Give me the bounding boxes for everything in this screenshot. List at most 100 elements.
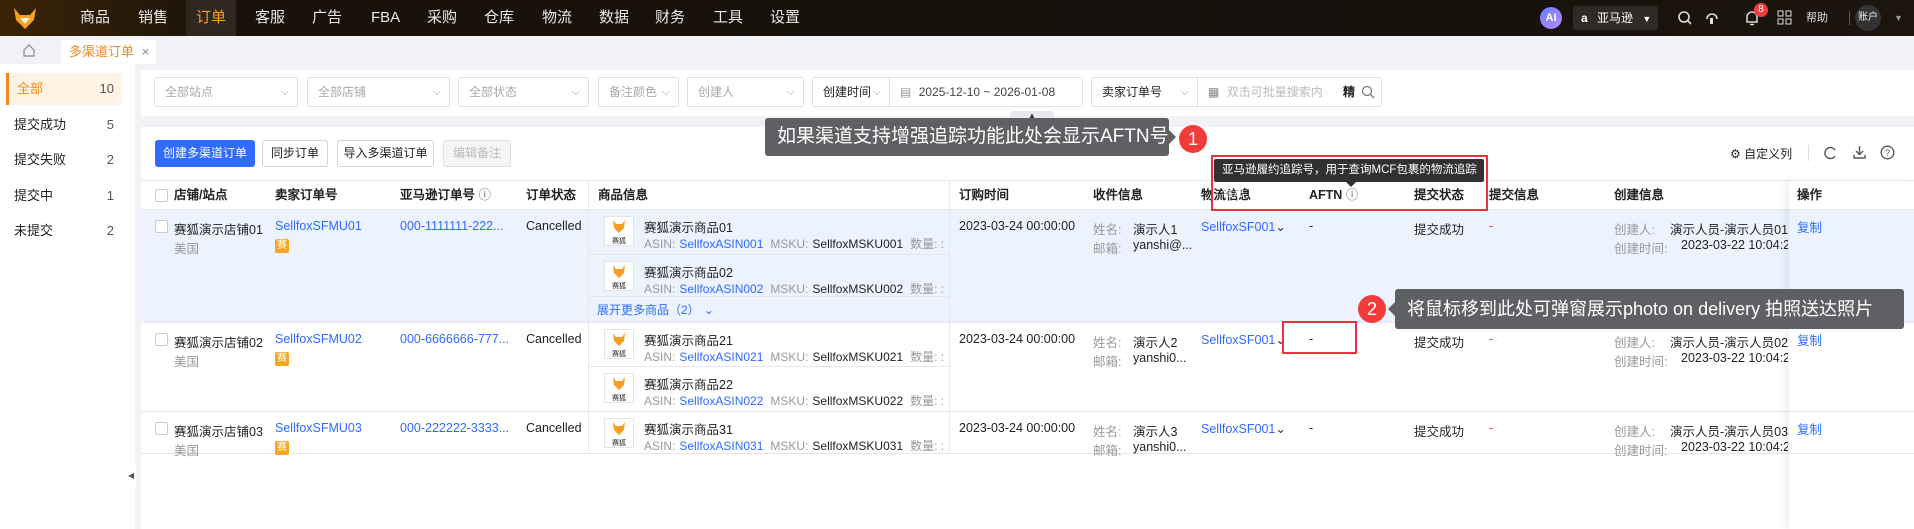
col-order-time: 订购时间 xyxy=(959,188,1010,202)
sidebar-item-label: 未提交 xyxy=(14,223,54,238)
chevron-down-icon: ⌵ xyxy=(786,86,795,98)
edit-note-button[interactable]: 编辑备注 xyxy=(443,140,511,167)
custom-columns-button[interactable]: ⚙ 自定义列 xyxy=(1730,145,1792,162)
amazon-order-link[interactable]: 000-1111111-222... xyxy=(400,219,522,233)
sidebar-item[interactable]: 提交中 1 xyxy=(6,180,122,212)
asin-label: ASIN: xyxy=(644,439,676,453)
note-color-select[interactable]: 备注颜色 ⌵ xyxy=(598,77,679,107)
exact-search-toggle[interactable]: 精 xyxy=(1343,78,1355,106)
nav-item[interactable]: 仓库 xyxy=(484,0,514,36)
row-checkbox[interactable] xyxy=(155,220,168,233)
import-orders-button[interactable]: 导入多渠道订单 xyxy=(337,140,434,167)
row-checkbox[interactable] xyxy=(155,333,168,346)
help-circle-icon[interactable]: ? xyxy=(1880,145,1895,160)
product-thumbnail: 赛狐 xyxy=(604,418,634,448)
nav-item[interactable]: 商品 xyxy=(80,0,110,36)
collapse-sidebar-handle[interactable]: ◀ xyxy=(128,462,136,490)
refresh-icon[interactable] xyxy=(1823,146,1837,160)
sellfox-logo-icon: 赛狐 xyxy=(612,220,626,245)
nav-item[interactable]: 广告 xyxy=(312,0,342,36)
search-placeholder: 双击可批量搜索内 xyxy=(1226,85,1323,99)
product-name: 赛狐演示商品01 xyxy=(644,221,733,235)
search-icon[interactable] xyxy=(1677,10,1693,26)
sidebar-item[interactable]: 提交成功 5 xyxy=(6,109,122,141)
sidebar-item[interactable]: 提交失败 2 xyxy=(6,144,122,176)
sellfox-logo-icon[interactable] xyxy=(12,6,38,30)
download-icon[interactable] xyxy=(1852,145,1867,160)
asin-link[interactable]: SellfoxASIN021 xyxy=(679,350,763,364)
expand-more-products[interactable]: 展开更多商品（2） ⌄ xyxy=(597,301,714,318)
nav-item[interactable]: 数据 xyxy=(599,0,629,36)
recipient-name: 演示人1 xyxy=(1133,223,1178,237)
caret-down-icon[interactable]: ▼ xyxy=(1894,0,1903,36)
asin-link[interactable]: SellfoxASIN001 xyxy=(679,237,763,251)
site-select[interactable]: 全部站点 ⌵ xyxy=(154,77,298,107)
logistics-link[interactable]: SellfoxSF001⌄ xyxy=(1201,219,1286,234)
annotation-badge-2: 2 xyxy=(1358,295,1386,323)
amazon-order-link[interactable]: 000-222222-3333... xyxy=(400,421,522,435)
product-ids: ASIN: SellfoxASIN002 MSKU: SellfoxMSKU002 数量… xyxy=(644,280,947,297)
nav-item[interactable]: FBA xyxy=(371,0,400,36)
site-name: 美国 xyxy=(174,242,200,256)
nav-item[interactable]: 客服 xyxy=(255,0,285,36)
search-input[interactable]: ▦ 双击可批量搜索内 精 xyxy=(1197,77,1382,107)
seller-order-link[interactable]: SellfoxSFMU02 xyxy=(275,332,362,346)
sidebar-item-label: 提交中 xyxy=(14,187,54,203)
svg-text:赛狐: 赛狐 xyxy=(612,349,626,358)
sync-orders-button[interactable]: 同步订单 xyxy=(262,140,328,167)
chevron-down-icon: ⌵ xyxy=(872,86,881,98)
asin-link[interactable]: SellfoxASIN002 xyxy=(679,282,763,296)
sidebar-item[interactable]: 未提交 2 xyxy=(6,215,122,247)
col-seller-order: 卖家订单号 xyxy=(275,188,338,202)
nav-item[interactable]: 采购 xyxy=(427,0,457,36)
search-type-select[interactable]: 卖家订单号 ⌵ xyxy=(1091,77,1198,107)
asin-link[interactable]: SellfoxASIN022 xyxy=(679,394,763,408)
sellfox-badge: 赛 xyxy=(275,239,289,253)
nav-item[interactable]: 销售 xyxy=(138,0,168,36)
row-checkbox[interactable] xyxy=(155,422,168,435)
status-select[interactable]: 全部状态 ⌵ xyxy=(458,77,589,107)
sidebar-item[interactable]: 全部 10 xyxy=(6,73,122,105)
select-all-checkbox[interactable] xyxy=(155,189,168,202)
aftn-value[interactable]: - xyxy=(1309,421,1313,435)
help-circle-icon[interactable]: ⓘ xyxy=(479,188,492,202)
quantity-label: 数量: : xyxy=(910,394,945,408)
logistics-value: SellfoxSF001 xyxy=(1201,220,1276,234)
order-status: Cancelled xyxy=(526,421,582,435)
ai-assistant-button[interactable]: AI xyxy=(1540,7,1562,29)
time-type-select[interactable]: 创建时间 ⌵ xyxy=(812,77,890,107)
site-select-value: 全部站点 xyxy=(165,85,214,99)
close-icon[interactable]: × xyxy=(142,44,150,59)
home-icon[interactable] xyxy=(22,43,36,57)
creator-select[interactable]: 创建人 ⌵ xyxy=(687,77,804,107)
apps-grid-icon[interactable] xyxy=(1777,10,1792,25)
help-link[interactable]: 帮助 xyxy=(1806,0,1828,36)
date-range-picker[interactable]: ▤ 2025-12-10 ~ 2026-01-08 xyxy=(889,77,1083,107)
settings-icon: ⚙ xyxy=(1730,147,1741,161)
create-order-button[interactable]: 创建多渠道订单 xyxy=(155,140,255,167)
nav-item[interactable]: 物流 xyxy=(542,0,572,36)
sellfox-logo-icon: 赛狐 xyxy=(612,422,626,447)
create-time-label: 创建时间: xyxy=(1614,444,1668,458)
nav-item[interactable]: 工具 xyxy=(713,0,743,36)
tab-multichannel-orders[interactable]: 多渠道订单 × xyxy=(61,40,156,64)
logistics-link[interactable]: SellfoxSF001⌄ xyxy=(1201,332,1286,347)
search-icon[interactable] xyxy=(1361,85,1375,99)
filter-bar: 全部站点 ⌵ 全部店铺 ⌵ 全部状态 ⌵ 备注颜色 ⌵ 创建人 ⌵ 创建时间 ⌵ ▤ 202… xyxy=(141,70,1914,116)
amazon-order-link[interactable]: 000-6666666-777... xyxy=(400,332,522,346)
asin-link[interactable]: SellfoxASIN031 xyxy=(679,439,763,453)
seller-order-link[interactable]: SellfoxSFMU03 xyxy=(275,421,362,435)
account-avatar[interactable]: 账户 xyxy=(1855,5,1881,31)
shop-select[interactable]: 全部店铺 ⌵ xyxy=(307,77,450,107)
create-time-label: 创建时间: xyxy=(1614,242,1668,256)
svg-text:?: ? xyxy=(1885,148,1890,158)
nav-item[interactable]: 设置 xyxy=(770,0,800,36)
headset-icon[interactable] xyxy=(1704,10,1720,26)
sidebar-item-label: 提交成功 xyxy=(14,116,67,132)
nav-item[interactable]: 订单 xyxy=(186,0,237,36)
nav-item[interactable]: 财务 xyxy=(655,0,685,36)
logistics-link[interactable]: SellfoxSF001⌄ xyxy=(1201,421,1286,436)
seller-order-link[interactable]: SellfoxSFMU01 xyxy=(275,219,362,233)
aftn-value[interactable]: - xyxy=(1309,219,1313,233)
platform-select[interactable]: a 亚马逊 ▼ xyxy=(1573,6,1658,30)
